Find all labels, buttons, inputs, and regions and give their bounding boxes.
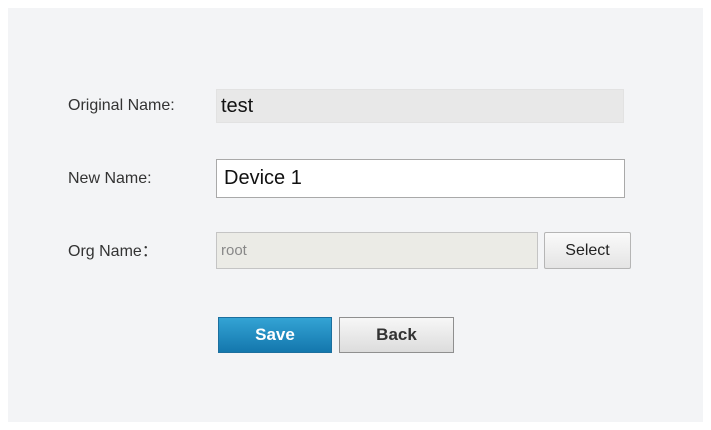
save-button[interactable]: Save — [218, 317, 332, 353]
original-name-label: Original Name: — [68, 97, 175, 114]
org-name-label: Org Name： — [68, 243, 158, 260]
back-button[interactable]: Back — [339, 317, 454, 353]
new-name-label: New Name: — [68, 170, 152, 187]
org-name-field[interactable] — [216, 232, 538, 269]
new-name-input[interactable] — [216, 159, 625, 198]
select-org-button[interactable]: Select — [544, 232, 631, 269]
original-name-field — [216, 89, 624, 123]
device-rename-form: Original Name: New Name: Org Name： Selec… — [8, 8, 703, 422]
